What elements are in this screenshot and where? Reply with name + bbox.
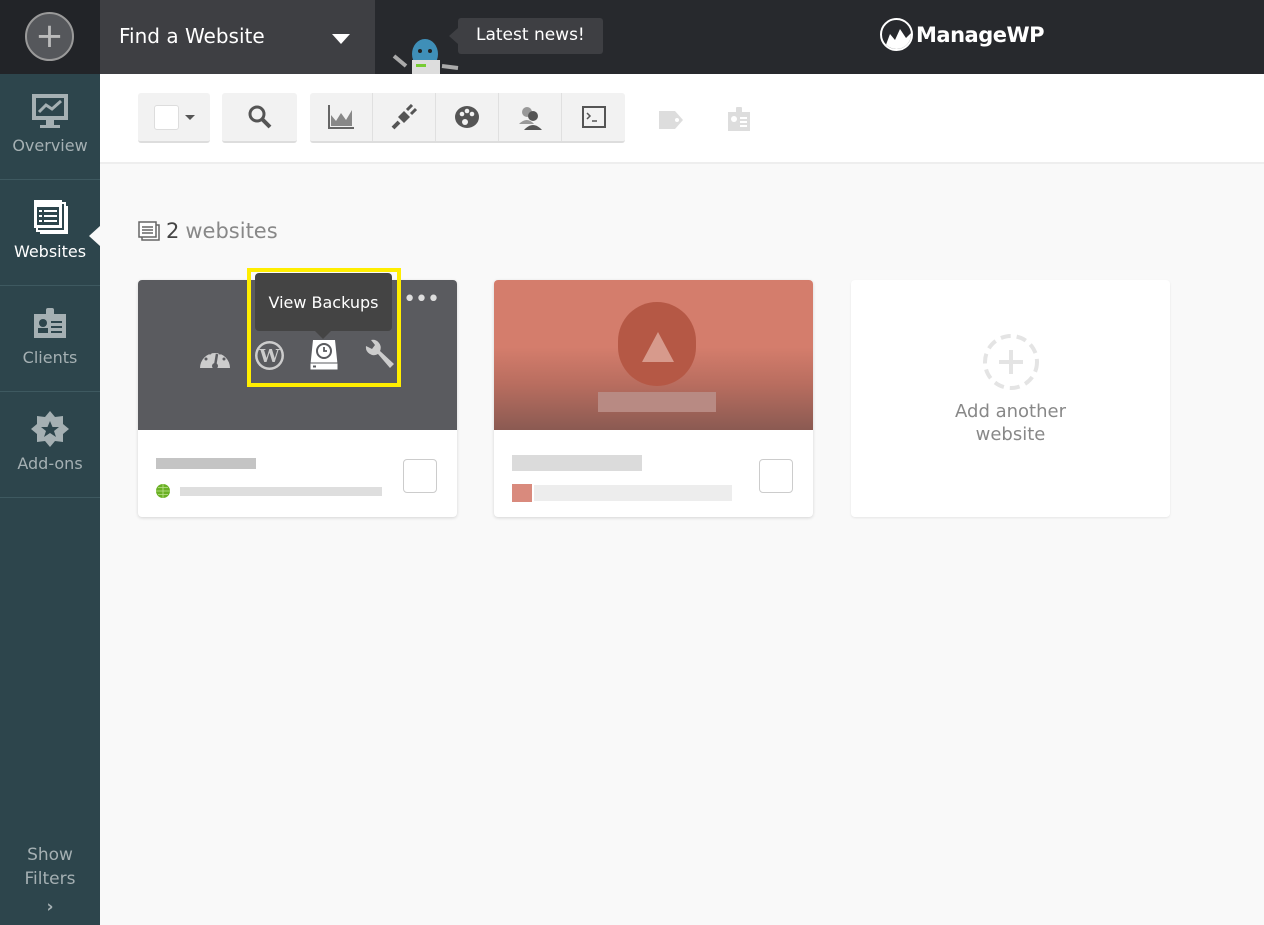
thumbnail-caption bbox=[598, 392, 716, 412]
plus-icon[interactable]: + bbox=[25, 12, 74, 61]
status-online-icon bbox=[156, 484, 170, 498]
website-url bbox=[534, 485, 732, 501]
svg-text:W: W bbox=[258, 346, 280, 367]
wordpress-icon[interactable]: W bbox=[254, 340, 285, 371]
sidebar-item-add-ons[interactable]: Add-ons bbox=[0, 392, 100, 498]
managewp-logo[interactable]: ManageWP bbox=[880, 18, 1045, 51]
sidebar-item-clients[interactable]: Clients bbox=[0, 286, 100, 392]
find-website-dropdown[interactable]: Find a Website bbox=[100, 0, 375, 74]
dashed-plus-icon bbox=[982, 334, 1039, 390]
managewp-logo-icon bbox=[880, 18, 913, 51]
sidebar-item-label: Clients bbox=[22, 348, 78, 367]
website-thumbnail bbox=[494, 280, 813, 430]
sidebar-item-label: Add-ons bbox=[17, 454, 83, 473]
status-error-icon bbox=[512, 484, 532, 502]
backups-icon[interactable] bbox=[309, 338, 339, 371]
add-another-website-label: website bbox=[975, 424, 1046, 445]
client-report-icon[interactable] bbox=[727, 106, 751, 132]
users-button[interactable] bbox=[499, 93, 562, 141]
latest-news-bubble[interactable]: Latest news! bbox=[449, 18, 603, 54]
tools-icon[interactable] bbox=[362, 338, 396, 372]
search-button[interactable] bbox=[222, 93, 297, 143]
sidebar: Overview Websites Clients Add-ons Show F… bbox=[0, 74, 100, 925]
website-url bbox=[180, 487, 382, 496]
toolbar bbox=[100, 74, 1264, 164]
website-name bbox=[156, 458, 256, 469]
star-badge-icon bbox=[31, 411, 69, 447]
show-filters-button[interactable]: Show Filters › bbox=[0, 843, 100, 925]
themes-icon bbox=[455, 106, 479, 128]
websites-count-label: websites bbox=[185, 219, 278, 243]
add-another-website-label: Add another bbox=[955, 401, 1066, 422]
search-icon bbox=[248, 105, 271, 129]
users-icon bbox=[519, 107, 542, 130]
terminal-button[interactable] bbox=[562, 93, 625, 141]
select-all-checkbox[interactable] bbox=[153, 104, 179, 130]
show-filters-label: Show bbox=[27, 845, 73, 865]
top-bar: + Find a Website Latest news! ManageWP bbox=[0, 0, 1264, 74]
themes-button[interactable] bbox=[436, 93, 499, 141]
analytics-icon bbox=[328, 105, 354, 129]
website-name bbox=[512, 455, 642, 471]
performance-icon[interactable] bbox=[199, 344, 231, 368]
website-select-checkbox[interactable] bbox=[403, 459, 437, 493]
sidebar-item-label: Overview bbox=[12, 136, 88, 155]
select-all-dropdown[interactable] bbox=[138, 93, 210, 143]
analytics-button[interactable] bbox=[310, 93, 373, 141]
website-card[interactable] bbox=[494, 280, 813, 517]
website-card-info bbox=[494, 430, 813, 517]
add-website-button[interactable]: + bbox=[0, 0, 100, 74]
websites-count-number: 2 bbox=[166, 219, 180, 243]
chevron-down-icon bbox=[184, 114, 195, 120]
view-backups-tooltip: View Backups bbox=[255, 273, 392, 339]
id-badge-icon bbox=[34, 308, 66, 338]
monitor-chart-icon bbox=[32, 94, 68, 128]
plugins-button[interactable] bbox=[373, 93, 436, 141]
logo-text: ManageWP bbox=[916, 22, 1045, 47]
more-options-icon[interactable]: ••• bbox=[403, 289, 440, 311]
sidebar-item-label: Websites bbox=[13, 242, 87, 261]
website-card-info bbox=[138, 430, 457, 517]
bulk-actions-group bbox=[310, 93, 625, 143]
add-another-website-card[interactable]: Add another website bbox=[851, 280, 1170, 517]
chevron-right-icon: › bbox=[46, 897, 54, 917]
website-select-checkbox[interactable] bbox=[759, 459, 793, 493]
terminal-icon bbox=[581, 106, 606, 128]
find-website-label: Find a Website bbox=[119, 24, 265, 48]
websites-count: 2 websites bbox=[138, 219, 278, 243]
show-filters-label: Filters bbox=[24, 869, 76, 889]
websites-list-icon bbox=[34, 200, 68, 234]
chevron-down-icon bbox=[332, 34, 350, 44]
websites-list-icon bbox=[138, 221, 160, 241]
plugins-icon bbox=[391, 104, 417, 130]
sidebar-item-overview[interactable]: Overview bbox=[0, 74, 100, 180]
tag-icon[interactable] bbox=[658, 110, 684, 130]
sidebar-item-websites[interactable]: Websites bbox=[0, 180, 100, 286]
